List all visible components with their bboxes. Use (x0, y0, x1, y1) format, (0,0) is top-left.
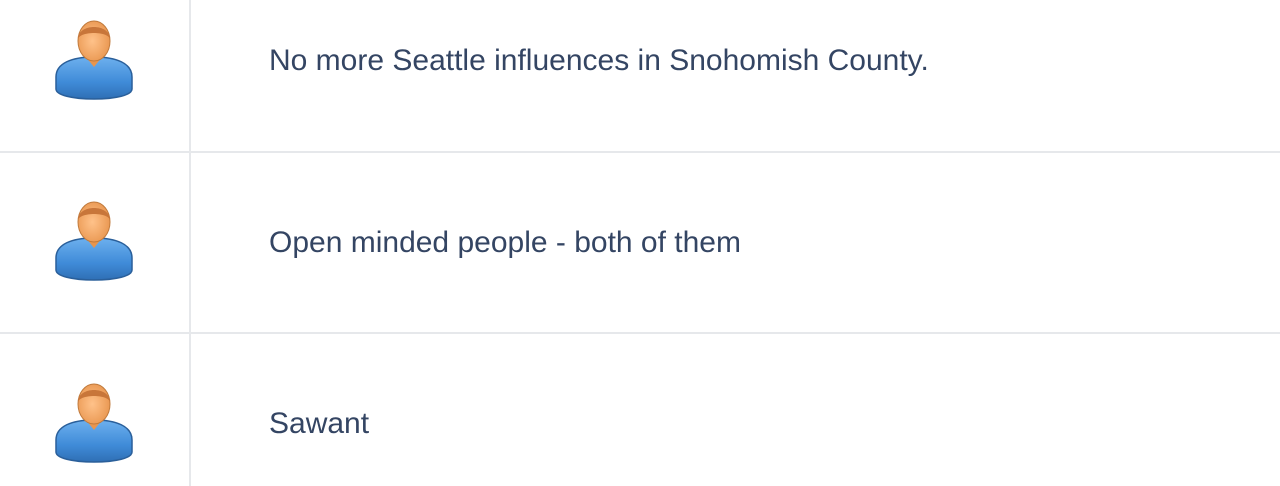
list-item: Open minded people - both of them (0, 153, 1280, 304)
comment-text: Sawant (269, 407, 370, 440)
list-item: Sawant (0, 335, 1280, 486)
user-avatar-icon (52, 196, 136, 282)
row-divider (0, 332, 1280, 334)
comment-text: No more Seattle influences in Snohomish … (269, 44, 929, 77)
list-item: No more Seattle influences in Snohomish … (0, 0, 1280, 151)
comments-list: No more Seattle influences in Snohomish … (0, 0, 1280, 486)
user-avatar-icon (52, 15, 136, 101)
comment-text: Open minded people - both of them (269, 226, 741, 259)
user-avatar-icon (52, 378, 136, 464)
